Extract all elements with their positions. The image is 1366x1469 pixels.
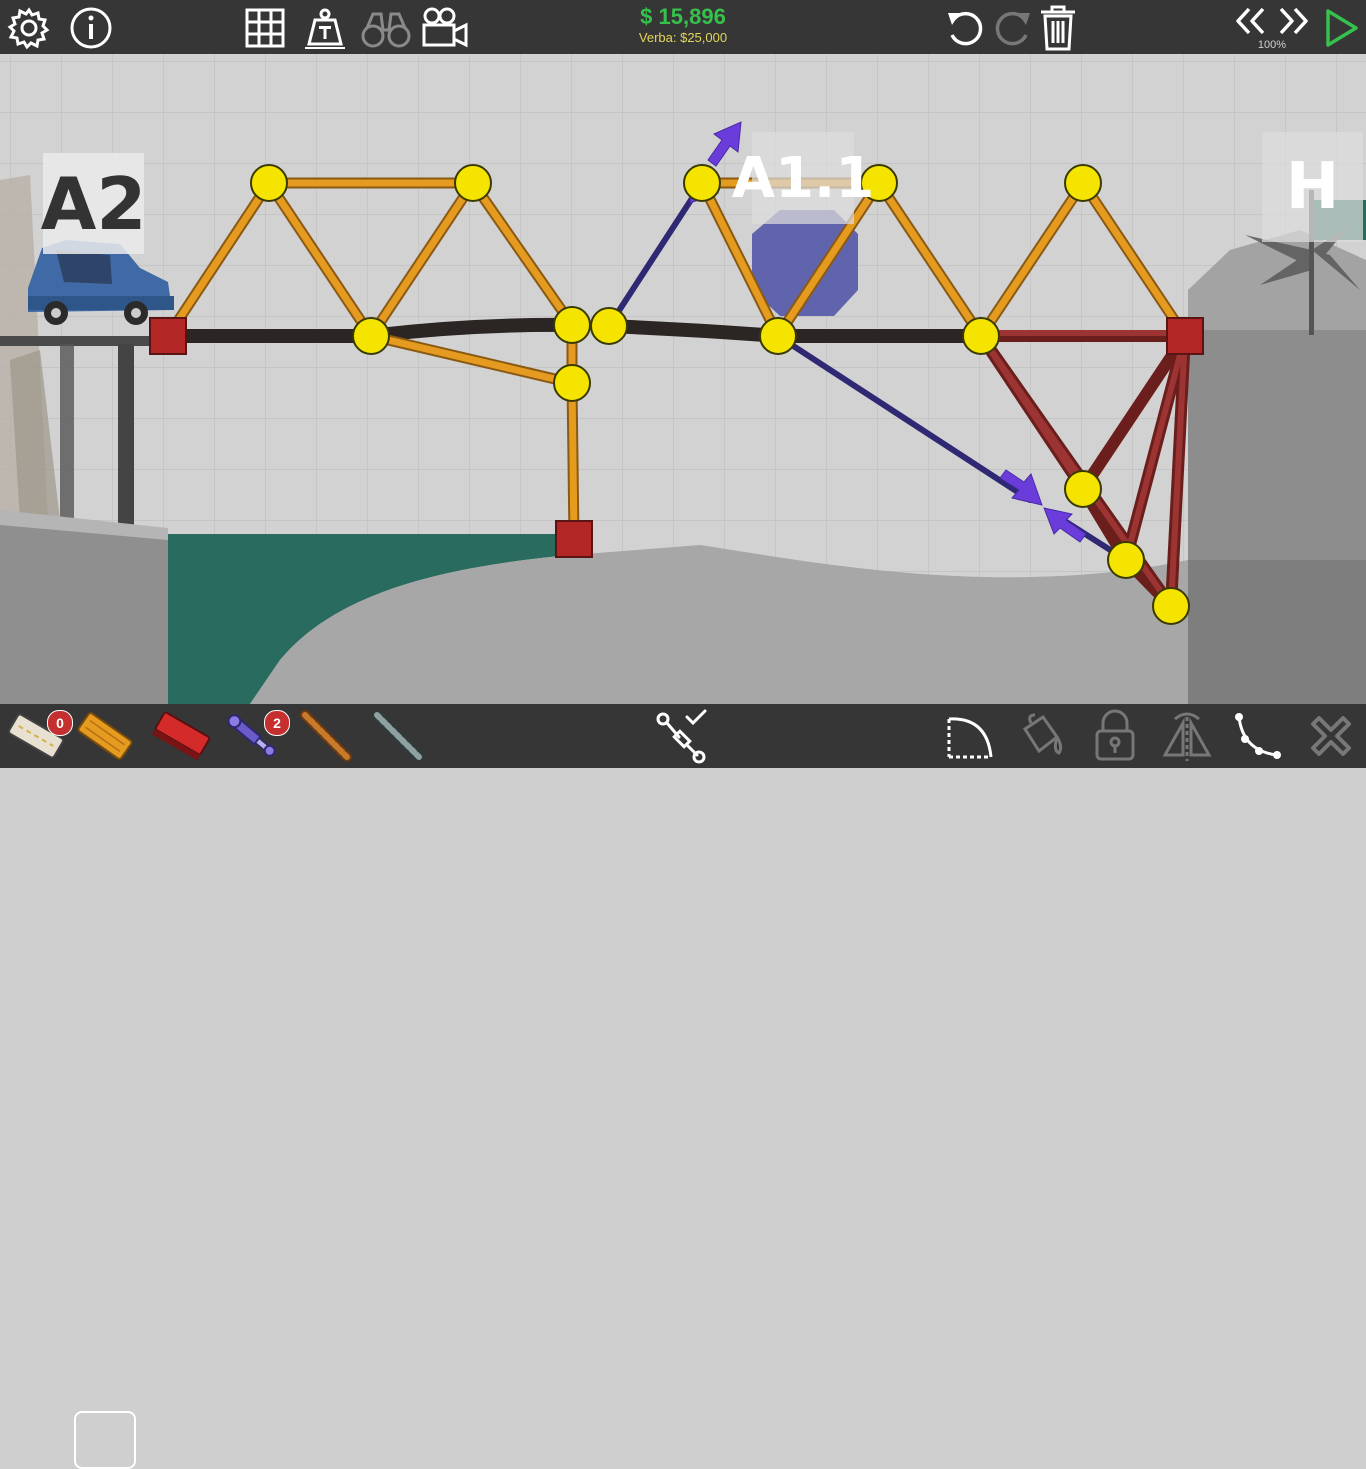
redo-icon (995, 11, 1030, 46)
undo-icon (948, 11, 983, 46)
lock-icon (1095, 709, 1135, 761)
video-camera-icon (422, 7, 468, 48)
simulation-speed: 100% (1257, 39, 1287, 51)
delete-tool-button[interactable] (1304, 710, 1358, 762)
material-steel-cable-button[interactable] (368, 708, 428, 764)
steel-cable-icon (372, 710, 424, 762)
arc-tool-button[interactable] (944, 710, 996, 762)
binoculars-button[interactable] (358, 5, 414, 51)
reinforced-road-icon (151, 711, 211, 761)
info-icon (70, 7, 112, 49)
right-bank (1188, 190, 1366, 704)
fast-forward-button[interactable] (1276, 4, 1312, 38)
anchor-bottom (555, 520, 593, 558)
undo-button[interactable] (942, 5, 988, 51)
material-rope-button[interactable] (296, 708, 356, 764)
mirror-icon (1162, 712, 1212, 761)
weight-t-icon (305, 8, 345, 49)
sign-checkpoint: A1.1 (732, 132, 874, 224)
hydraulic-controller-button[interactable] (652, 706, 712, 766)
lock-button[interactable] (1090, 708, 1140, 764)
settings-button[interactable] (6, 5, 52, 51)
material-reinforced-road-button[interactable] (150, 708, 212, 764)
budget-remaining: $ 15,896 (640, 4, 726, 29)
sign-start: A2 (41, 153, 146, 254)
anchor-right (1166, 317, 1204, 355)
paint-bucket-icon (1022, 713, 1063, 755)
top-toolbar: $ 15,896 Verba: $25,000 100% (0, 0, 1366, 54)
material-wood-button[interactable] (74, 707, 136, 765)
selected-material-outline (74, 1411, 136, 1469)
weight-button[interactable] (302, 5, 348, 51)
budget-display: $ 15,896 Verba: $25,000 (583, 4, 783, 46)
hydraulics-count-badge: 2 (264, 710, 290, 736)
play-icon (1326, 9, 1358, 47)
delete-all-button[interactable] (1036, 4, 1080, 52)
info-button[interactable] (68, 5, 114, 51)
rewind-icon (1236, 7, 1265, 35)
play-button[interactable] (1318, 6, 1362, 50)
hydraulic-check-icon (656, 709, 707, 764)
camera-button[interactable] (420, 5, 470, 51)
arc-tool-icon (947, 717, 993, 759)
binoculars-icon (361, 12, 411, 48)
trash-icon (1041, 5, 1075, 51)
close-x-icon (1311, 716, 1351, 756)
grid-icon (245, 8, 285, 48)
grid-toggle-button[interactable] (242, 5, 288, 51)
split-joint-icon (1235, 713, 1281, 759)
rewind-button[interactable] (1232, 4, 1268, 38)
fast-forward-icon (1279, 7, 1308, 35)
budget-limit: Verba: $25,000 (638, 30, 728, 45)
road-count-badge: 0 (47, 710, 73, 736)
gear-icon (7, 7, 50, 50)
sign-finish: H (1262, 132, 1363, 242)
game-scene[interactable] (0, 0, 1366, 768)
wood-material-icon (77, 712, 133, 760)
redo-button[interactable] (990, 5, 1036, 51)
anchor-left (149, 317, 187, 355)
bottom-toolbar: 0 2 (0, 704, 1366, 1469)
split-joint-button[interactable] (1232, 710, 1284, 762)
paint-button[interactable] (1016, 710, 1068, 762)
mirror-button[interactable] (1160, 708, 1214, 764)
rope-icon (300, 710, 352, 762)
